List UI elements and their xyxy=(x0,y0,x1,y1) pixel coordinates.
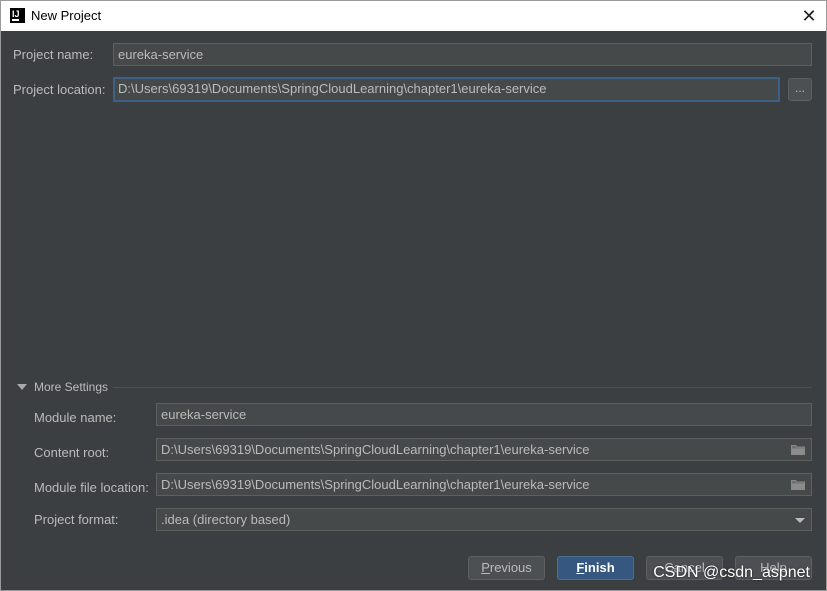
intellij-app-icon: IJ xyxy=(10,8,25,23)
browse-location-button[interactable]: ... xyxy=(788,78,812,101)
watermark-text: CSDN @csdn_aspnet xyxy=(653,564,810,581)
module-name-label: Module name: xyxy=(34,410,117,425)
folder-icon[interactable] xyxy=(791,444,805,455)
content-root-label: Content root: xyxy=(34,445,110,460)
finish-button[interactable]: Finish xyxy=(557,556,634,580)
dialog-content: Project name: eureka-service Project loc… xyxy=(1,31,826,590)
project-name-label: Project name: xyxy=(13,47,94,62)
content-root-value: D:\Users\69319\Documents\SpringCloudLear… xyxy=(161,442,590,457)
project-name-input[interactable]: eureka-service xyxy=(113,43,812,66)
project-format-label: Project format: xyxy=(34,512,119,527)
folder-icon[interactable] xyxy=(791,479,805,490)
previous-button[interactable]: Previous xyxy=(468,556,545,580)
chevron-down-icon xyxy=(795,518,805,523)
finish-label: inish xyxy=(584,560,615,575)
content-root-input[interactable]: D:\Users\69319\Documents\SpringCloudLear… xyxy=(156,438,812,461)
module-file-location-value: D:\Users\69319\Documents\SpringCloudLear… xyxy=(161,477,590,492)
project-location-input[interactable]: D:\Users\69319\Documents\SpringCloudLear… xyxy=(113,77,780,102)
module-file-location-input[interactable]: D:\Users\69319\Documents\SpringCloudLear… xyxy=(156,473,812,496)
module-file-location-label: Module file location: xyxy=(34,480,149,495)
project-format-value: .idea (directory based) xyxy=(161,512,291,527)
new-project-dialog: IJ New Project ✕ Project name: eureka-se… xyxy=(0,0,827,591)
project-format-select[interactable]: .idea (directory based) xyxy=(156,508,812,531)
previous-mnemonic: P xyxy=(481,560,490,575)
collapse-triangle-icon[interactable] xyxy=(17,384,27,390)
project-location-label: Project location: xyxy=(13,82,106,97)
title-bar: IJ New Project ✕ xyxy=(1,1,826,31)
more-settings-divider xyxy=(113,387,812,388)
previous-label: revious xyxy=(489,560,532,575)
module-name-input[interactable]: eureka-service xyxy=(156,403,812,426)
close-icon[interactable]: ✕ xyxy=(798,5,820,27)
more-settings-title[interactable]: More Settings xyxy=(34,380,108,394)
window-title: New Project xyxy=(31,8,102,23)
